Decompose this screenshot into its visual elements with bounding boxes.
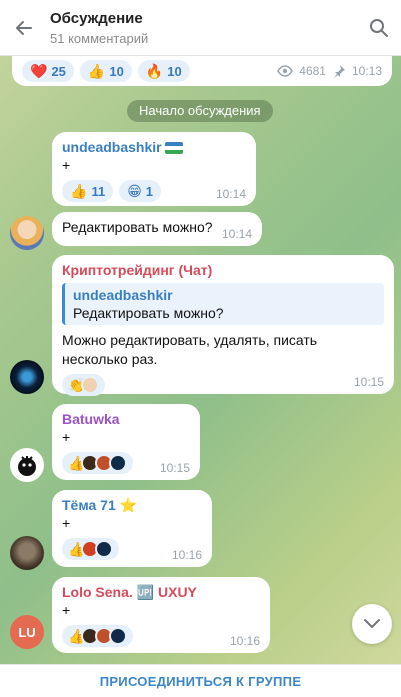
message-bubble[interactable]: Криптотрейдинг (Чат) undeadbashkir Редак… [52, 255, 394, 396]
reaction-grin[interactable]: 😁 1 [119, 180, 162, 202]
quote-text: Редактировать можно? [73, 305, 224, 321]
avatar-initials: LU [18, 624, 36, 640]
reaction-count: 1 [145, 183, 154, 199]
avatar[interactable] [10, 536, 44, 570]
reaction-count: 11 [91, 183, 106, 199]
search-icon [370, 18, 388, 37]
scroll-down-button[interactable] [352, 604, 392, 644]
discussion-start-pill: Начало обсуждения [127, 100, 273, 122]
message-time: 10:15 [159, 461, 190, 475]
message-author: Batuwka [62, 411, 120, 427]
flag-icon [165, 142, 184, 155]
page-title: Обсуждение [50, 9, 143, 27]
reply-quote[interactable]: undeadbashkir Редактировать можно? [62, 283, 384, 325]
message-bubble[interactable]: Редактировать можно? 10:14 [52, 212, 262, 246]
message-reactions: 👏 [62, 374, 384, 396]
thumbs-up-icon: 👍 [70, 183, 88, 199]
search-button[interactable] [357, 0, 401, 56]
reactor-avatar [81, 376, 100, 394]
back-button[interactable] [0, 0, 48, 56]
chevron-down-icon [364, 619, 380, 628]
reaction-thumbs-up[interactable]: 👍 11 [62, 180, 114, 202]
message-bubble[interactable]: Тёма 71 ⭐ + 👍 10:16 [52, 490, 212, 567]
quote-author: undeadbashkir [73, 287, 173, 303]
eye-icon [277, 65, 294, 77]
message-time: 10:14 [221, 227, 252, 241]
header-titles: Обсуждение 51 комментарий [48, 8, 357, 48]
message-author: Криптотрейдинг (Чат) [62, 262, 213, 278]
message-text: + [62, 602, 71, 618]
avatar[interactable]: LU [10, 615, 44, 649]
message-list[interactable]: ❤️ 25 👍 10 🔥 10 4681 10:13 Начало обсужд… [0, 56, 401, 664]
message-text: Можно редактировать, удалять, писать нес… [62, 332, 318, 367]
pin-icon [333, 65, 345, 78]
channel-post[interactable]: ❤️ 25 👍 10 🔥 10 4681 10:13 [12, 56, 392, 86]
reaction-heart[interactable]: ❤️ 25 [22, 60, 74, 82]
reaction-fire[interactable]: 🔥 10 [137, 60, 190, 82]
message-author: Lolo Sena. 🆙 UXUY [62, 584, 197, 600]
reactor-avatar [109, 454, 128, 472]
thumbs-up-icon: 👍 [87, 63, 106, 79]
message-time: 10:14 [215, 187, 246, 201]
message-time: 10:15 [353, 375, 384, 389]
message-bubble[interactable]: undeadbashkir + 👍 11 😁 1 10:14 [52, 132, 256, 206]
reaction-thumbs-up[interactable]: 👍 [62, 625, 134, 647]
arrow-left-icon [16, 20, 32, 35]
join-group-button[interactable]: ПРИСОЕДИНИТЬСЯ К ГРУППЕ [0, 664, 401, 697]
reaction-thumbs-up[interactable]: 👍 [62, 452, 134, 474]
message-text: + [62, 157, 71, 173]
message-text: + [62, 429, 71, 445]
avatar[interactable] [10, 360, 44, 394]
fire-icon: 🔥 [145, 63, 164, 79]
comment-count: 51 комментарий [50, 30, 149, 46]
message-author: Тёма 71 ⭐ [62, 497, 138, 513]
avatar[interactable] [10, 448, 44, 482]
view-count: 4681 [299, 64, 326, 78]
reaction-count: 10 [109, 63, 124, 79]
message-bubble[interactable]: Batuwka + 👍 10:15 [52, 404, 200, 480]
reaction-count: 25 [51, 63, 66, 79]
grin-icon: 😁 [127, 183, 142, 199]
reactor-avatar [95, 540, 114, 558]
message-text: + [62, 515, 71, 531]
reaction-thumbs-up[interactable]: 👍 10 [79, 60, 132, 82]
reaction-thumbs-up[interactable]: 👍 [62, 538, 120, 560]
heart-icon: ❤️ [30, 63, 48, 79]
post-time: 10:13 [351, 64, 382, 78]
post-meta: 4681 10:13 [277, 64, 382, 78]
reaction-count: 10 [167, 63, 182, 79]
message-author: undeadbashkir [62, 138, 246, 156]
message-time: 10:16 [171, 548, 202, 562]
avatar[interactable] [10, 216, 44, 250]
chat-header: Обсуждение 51 комментарий [0, 0, 401, 56]
bird-icon [18, 456, 36, 476]
reactor-avatar [109, 627, 128, 645]
reaction-clap[interactable]: 👏 [62, 374, 106, 396]
message-time: 10:16 [229, 634, 260, 648]
message-bubble[interactable]: Lolo Sena. 🆙 UXUY + 👍 10:16 [52, 577, 270, 653]
